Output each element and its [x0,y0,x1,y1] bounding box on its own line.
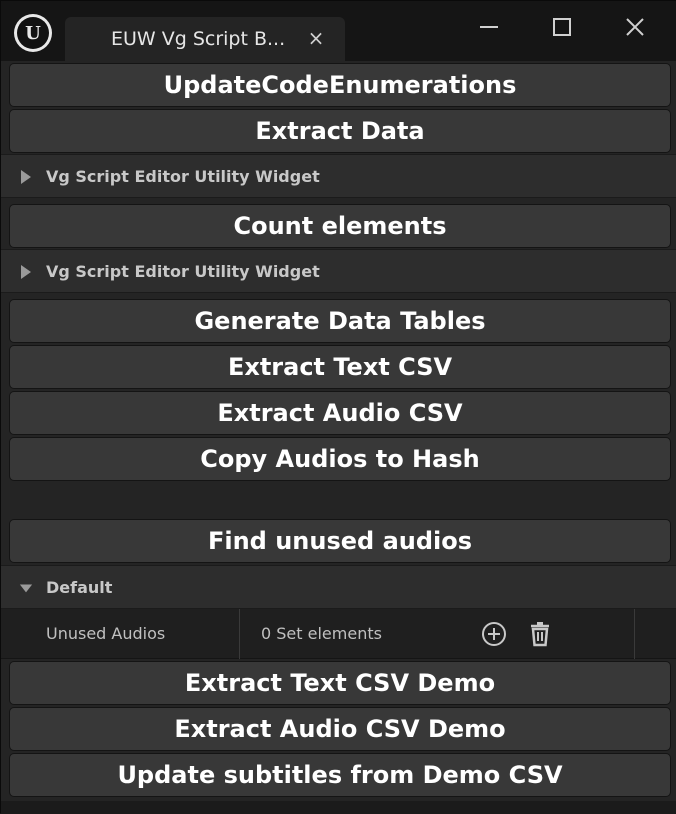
trash-icon[interactable] [526,620,554,648]
section-label: Vg Script Editor Utility Widget [46,262,320,281]
minimize-icon[interactable] [469,9,509,45]
widget-panel: UpdateCodeEnumerations Extract Data Vg S… [1,61,676,814]
extract-text-csv-demo-button[interactable]: Extract Text CSV Demo [9,661,671,705]
section-label: Vg Script Editor Utility Widget [46,167,320,186]
tab-close-icon[interactable]: × [305,27,327,49]
unreal-logo-icon[interactable]: U [14,14,52,52]
unused-audios-property-row: Unused Audios 0 Set elements [1,609,676,659]
count-elements-button[interactable]: Count elements [9,204,671,248]
maximize-icon[interactable] [542,9,582,45]
widget-section-header[interactable]: Vg Script Editor Utility Widget [1,154,676,198]
find-unused-audios-button[interactable]: Find unused audios [9,519,671,563]
property-name: Unused Audios [46,624,166,643]
extract-text-csv-button[interactable]: Extract Text CSV [9,345,671,389]
generate-data-tables-button[interactable]: Generate Data Tables [9,299,671,343]
caret-down-icon [19,584,33,593]
section-label: Default [46,578,113,597]
add-circle-icon[interactable] [480,620,508,648]
close-icon[interactable] [615,9,655,45]
editor-window: U EUW Vg Script B... × UpdateCodeEnumera… [0,0,676,814]
extract-audio-csv-demo-button[interactable]: Extract Audio CSV Demo [9,707,671,751]
copy-audios-to-hash-button[interactable]: Copy Audios to Hash [9,437,671,481]
column-divider [634,609,635,659]
extract-data-button[interactable]: Extract Data [9,109,671,153]
property-value: 0 Set elements [261,624,382,643]
tab-title: EUW Vg Script B... [111,28,286,50]
column-divider[interactable] [239,609,240,659]
extract-audio-csv-button[interactable]: Extract Audio CSV [9,391,671,435]
caret-right-icon [21,265,31,279]
default-section-header[interactable]: Default [1,565,676,609]
update-code-enumerations-button[interactable]: UpdateCodeEnumerations [9,63,671,107]
title-bar: U EUW Vg Script B... × [1,1,676,61]
bottom-border [1,801,676,814]
caret-right-icon [21,170,31,184]
document-tab[interactable]: EUW Vg Script B... × [65,17,345,61]
update-subtitles-from-demo-csv-button[interactable]: Update subtitles from Demo CSV [9,753,671,797]
widget-section-header[interactable]: Vg Script Editor Utility Widget [1,249,676,293]
